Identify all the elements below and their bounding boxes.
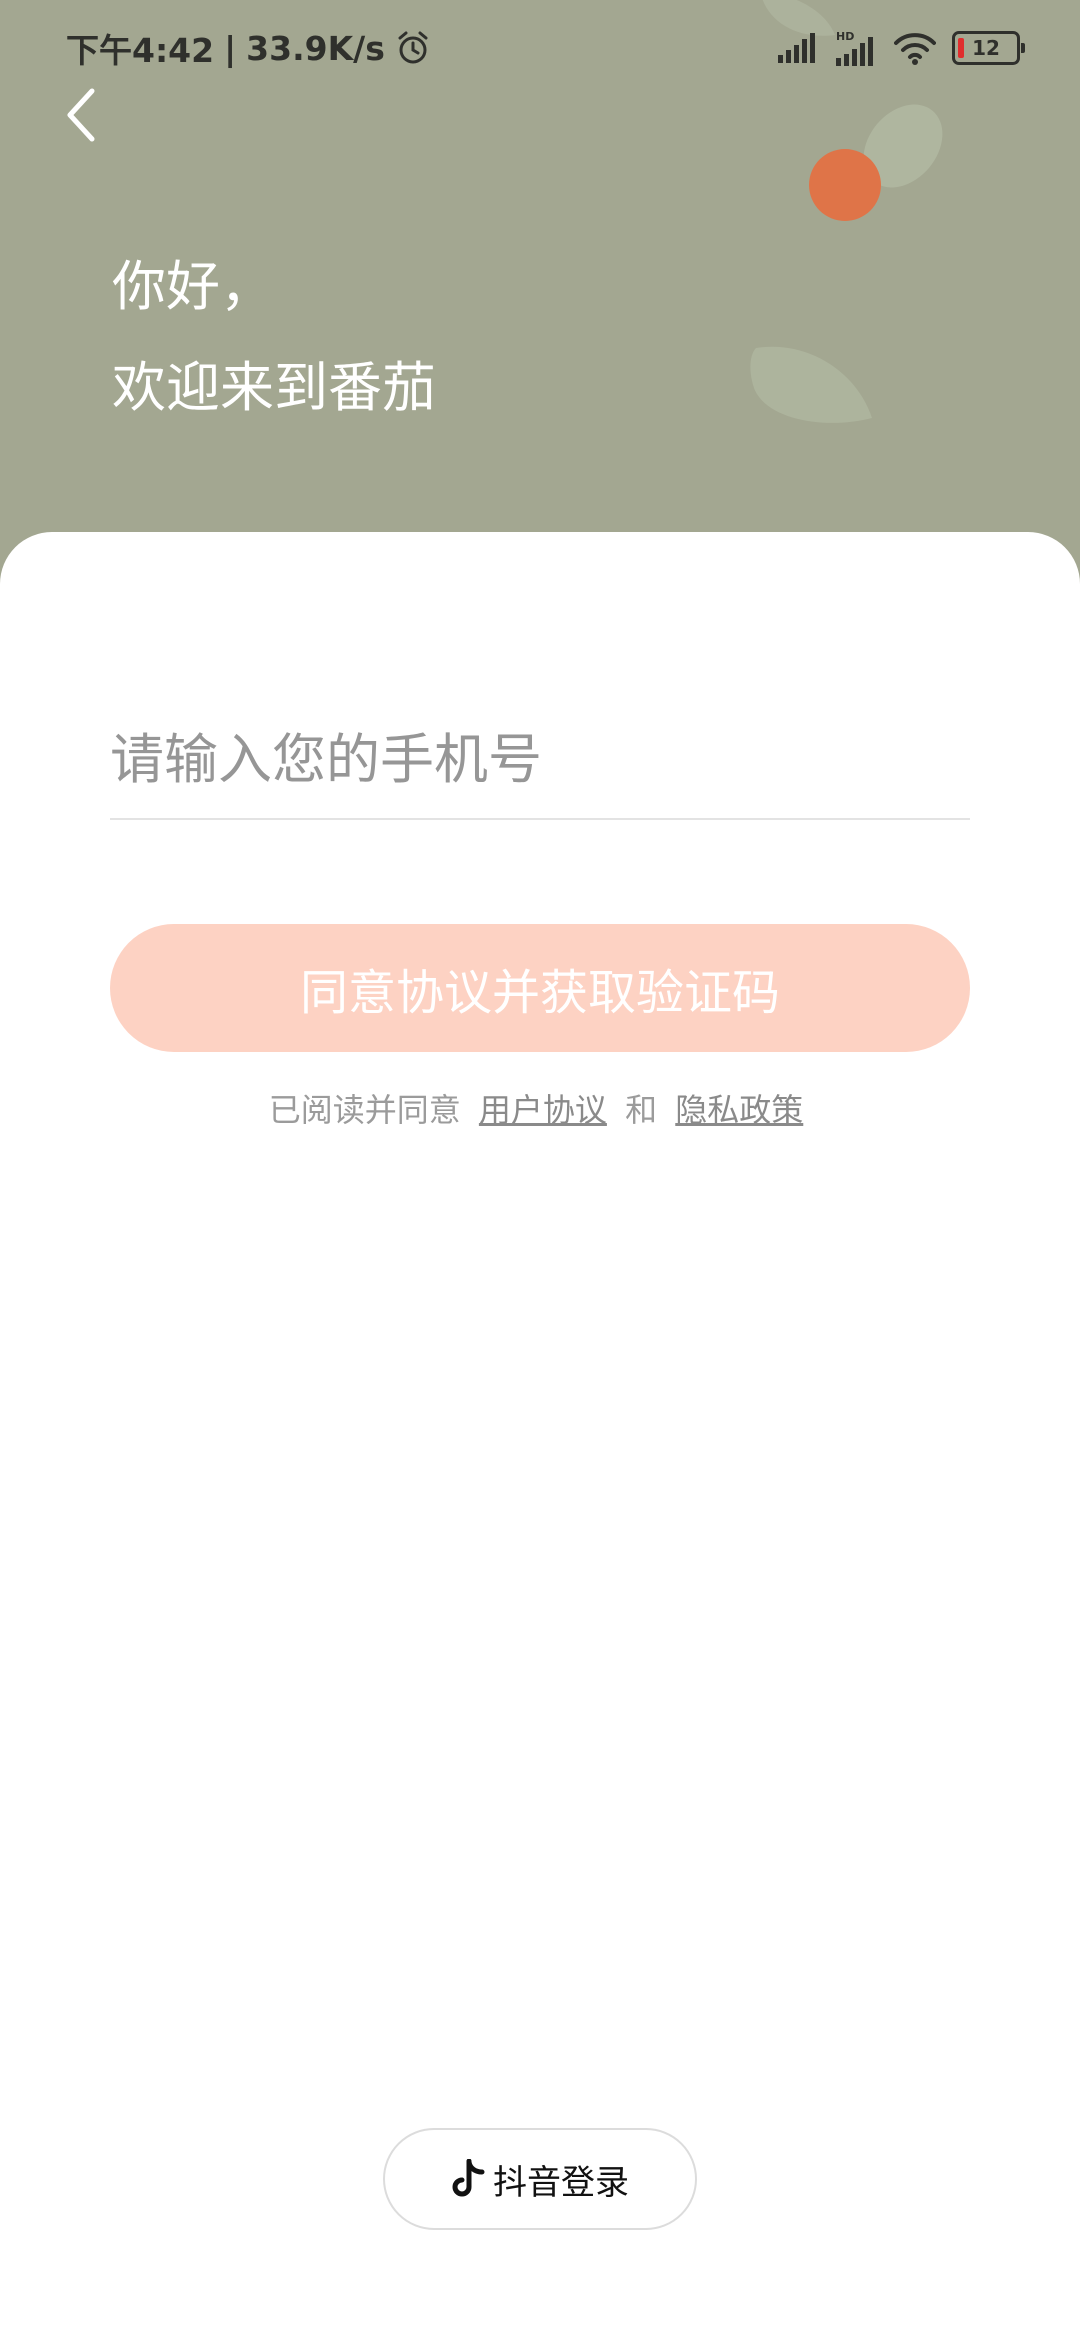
signal-icon [778, 33, 820, 63]
battery-icon: 12 [952, 31, 1025, 65]
douyin-login-button[interactable]: 抖音登录 [383, 2128, 697, 2230]
network-speed: 33.9K/s [246, 28, 385, 68]
agreement-and: 和 [625, 1091, 658, 1129]
agreement-text: 已阅读并同意 用户协议 和 隐私政策 [0, 1088, 1080, 1132]
greeting-line-1: 你好， [112, 255, 274, 318]
status-bar: 下午4:42 | 33.9K/s HD 12 [0, 0, 1080, 96]
wifi-icon [894, 31, 936, 65]
get-verification-code-button[interactable]: 同意协议并获取验证码 [110, 924, 970, 1052]
user-agreement-link[interactable]: 用户协议 [479, 1091, 607, 1129]
privacy-policy-link[interactable]: 隐私政策 [675, 1091, 803, 1129]
greeting-line-2: 欢迎来到番茄 [112, 356, 436, 419]
tiktok-icon [451, 2159, 487, 2199]
status-right: HD 12 [762, 24, 1025, 72]
status-separator: | [224, 28, 237, 68]
chevron-left-icon [67, 88, 95, 142]
leaf-decoration-icon [750, 346, 872, 423]
tomato-decoration-icon [809, 149, 881, 221]
agreement-prefix: 已阅读并同意 [268, 1091, 461, 1129]
phone-number-input[interactable] [110, 700, 970, 820]
back-button[interactable] [52, 80, 112, 150]
alarm-icon [395, 30, 431, 66]
douyin-login-label: 抖音登录 [493, 2162, 629, 2203]
status-left: 下午4:42 | 33.9K/s [66, 24, 431, 72]
status-time: 下午4:42 [66, 31, 215, 70]
hd-signal-icon: HD [836, 30, 878, 66]
svg-text:HD: HD [836, 30, 854, 43]
battery-level: 12 [972, 36, 1000, 60]
